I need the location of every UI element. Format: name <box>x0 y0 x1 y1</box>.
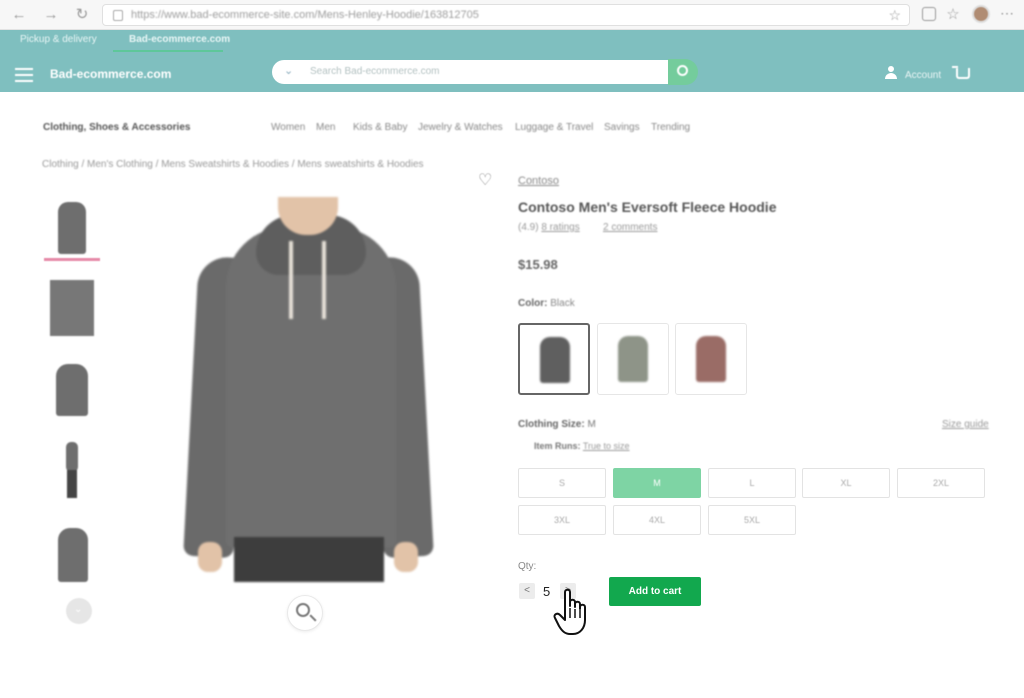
brand-link[interactable]: Contoso <box>518 175 559 187</box>
site-header: Pickup & delivery Bad-ecommerce.com Bad-… <box>0 30 1024 92</box>
menu-icon[interactable] <box>15 68 33 82</box>
comments-link[interactable]: 2 comments <box>603 222 657 233</box>
color-value: Black <box>550 298 575 309</box>
size-option-s[interactable]: S <box>518 468 606 498</box>
thumbnail-front[interactable] <box>44 196 100 260</box>
thumbnail-fabric[interactable] <box>44 276 100 340</box>
zoom-icon-handle <box>309 614 317 622</box>
size-option-label: 4XL <box>648 515 665 525</box>
item-runs-label: Item Runs: <box>534 441 581 451</box>
color-swatch-black[interactable] <box>518 323 590 395</box>
zoom-in-icon <box>296 603 310 617</box>
size-option-label: XL <box>840 478 852 488</box>
size-option-xl[interactable]: XL <box>802 468 890 498</box>
color-label-text: Color: <box>518 298 548 309</box>
qty-label: Qty: <box>518 561 537 572</box>
nav-link-jewelry[interactable]: Jewelry & Watches <box>418 122 503 133</box>
chevron-down-icon: ⌄ <box>74 604 83 615</box>
heart-icon[interactable]: ♡ <box>478 170 492 190</box>
qty-value: 5 <box>543 584 551 599</box>
search-input[interactable]: ⌄ Search Bad-ecommerce.com <box>272 60 668 84</box>
size-option-l[interactable]: L <box>708 468 796 498</box>
more-icon[interactable]: ⋯ <box>1000 5 1014 22</box>
swatch-image <box>618 336 648 382</box>
favorites-icon[interactable]: ☆ <box>944 6 962 24</box>
breadcrumb[interactable]: Clothing / Men's Clothing / Mens Sweatsh… <box>42 159 424 170</box>
size-option-2xl[interactable]: 2XL <box>897 468 985 498</box>
thumbnail-full-body[interactable] <box>44 438 100 502</box>
qty-decrement-button[interactable]: < <box>519 583 535 599</box>
star-icon[interactable]: ☆ <box>888 7 901 24</box>
ratings-link[interactable]: 8 ratings <box>541 222 579 233</box>
size-guide-link[interactable]: Size guide <box>942 419 989 430</box>
item-runs-value[interactable]: True to size <box>583 441 630 451</box>
chevron-down-icon[interactable]: ⌄ <box>284 64 293 77</box>
product-price: $15.98 <box>518 257 558 272</box>
search-button[interactable] <box>668 59 698 85</box>
nav-link-women[interactable]: Women <box>271 122 305 133</box>
product-title: Contoso Men's Eversoft Fleece Hoodie <box>518 199 777 215</box>
reload-icon[interactable]: ↻ <box>73 6 91 24</box>
thumbnail-back[interactable] <box>44 358 100 422</box>
rating-value: (4.9) <box>518 222 539 233</box>
nav-link-trending[interactable]: Trending <box>651 122 690 133</box>
product-main-image[interactable] <box>183 197 434 582</box>
search-placeholder: Search Bad-ecommerce.com <box>310 66 440 77</box>
nav-link-kids[interactable]: Kids & Baby <box>353 122 407 133</box>
size-option-4xl[interactable]: 4XL <box>613 505 701 535</box>
size-option-label: S <box>558 478 565 488</box>
subnav-active-indicator <box>113 50 223 52</box>
size-option-label: 3XL <box>553 515 570 525</box>
account-icon[interactable] <box>884 66 898 80</box>
address-bar[interactable]: https://www.bad-ecommerce-site.com/Mens-… <box>102 4 910 26</box>
size-option-label: 2XL <box>932 478 949 488</box>
nav-link-savings[interactable]: Savings <box>604 122 640 133</box>
add-to-cart-button[interactable]: Add to cart <box>609 577 701 606</box>
subnav-site[interactable]: Bad-ecommerce.com <box>129 34 230 45</box>
subnav-pickup[interactable]: Pickup & delivery <box>20 34 97 45</box>
browser-toolbar: ← → ↻ https://www.bad-ecommerce-site.com… <box>0 0 1024 30</box>
subnav: Pickup & delivery Bad-ecommerce.com <box>0 30 1024 52</box>
hand-pointer-icon <box>553 588 586 635</box>
category-title[interactable]: Clothing, Shoes & Accessories <box>43 122 190 133</box>
avatar[interactable] <box>972 5 990 23</box>
size-option-label: L <box>749 478 755 488</box>
zoom-button[interactable] <box>287 595 323 631</box>
thumbnails-scroll-down-button[interactable]: ⌄ <box>66 598 92 624</box>
size-label: Clothing Size: M <box>518 419 596 430</box>
arrow-left-icon[interactable]: ← <box>10 6 28 24</box>
account-link[interactable]: Account <box>905 70 941 81</box>
size-option-m[interactable]: M <box>613 468 701 498</box>
thumbnail-selected-indicator <box>44 258 100 261</box>
cart-icon[interactable] <box>956 68 970 79</box>
lock-icon <box>113 10 123 21</box>
collections-icon[interactable] <box>922 7 936 21</box>
arrow-right-icon[interactable]: → <box>42 6 60 24</box>
size-option-label: 5XL <box>743 515 760 525</box>
rating-summary: (4.9) 8 ratings <box>518 222 580 233</box>
size-option-5xl[interactable]: 5XL <box>708 505 796 535</box>
nav-link-luggage[interactable]: Luggage & Travel <box>515 122 593 133</box>
size-option-3xl[interactable]: 3XL <box>518 505 606 535</box>
color-label: Color: Black <box>518 298 575 309</box>
url-text: https://www.bad-ecommerce-site.com/Mens-… <box>131 9 479 21</box>
color-swatch-red[interactable] <box>675 323 747 395</box>
search-icon <box>677 65 688 76</box>
thumbnail-side[interactable] <box>44 520 100 584</box>
size-option-label: M <box>653 478 661 488</box>
site-logo[interactable]: Bad-ecommerce.com <box>50 67 171 81</box>
size-label-text: Clothing Size: <box>518 419 585 430</box>
size-value: M <box>587 419 596 430</box>
nav-link-men[interactable]: Men <box>316 122 335 133</box>
color-swatch-green[interactable] <box>597 323 669 395</box>
item-runs: Item Runs: True to size <box>534 441 630 451</box>
swatch-image <box>696 336 726 382</box>
swatch-image <box>540 337 570 383</box>
